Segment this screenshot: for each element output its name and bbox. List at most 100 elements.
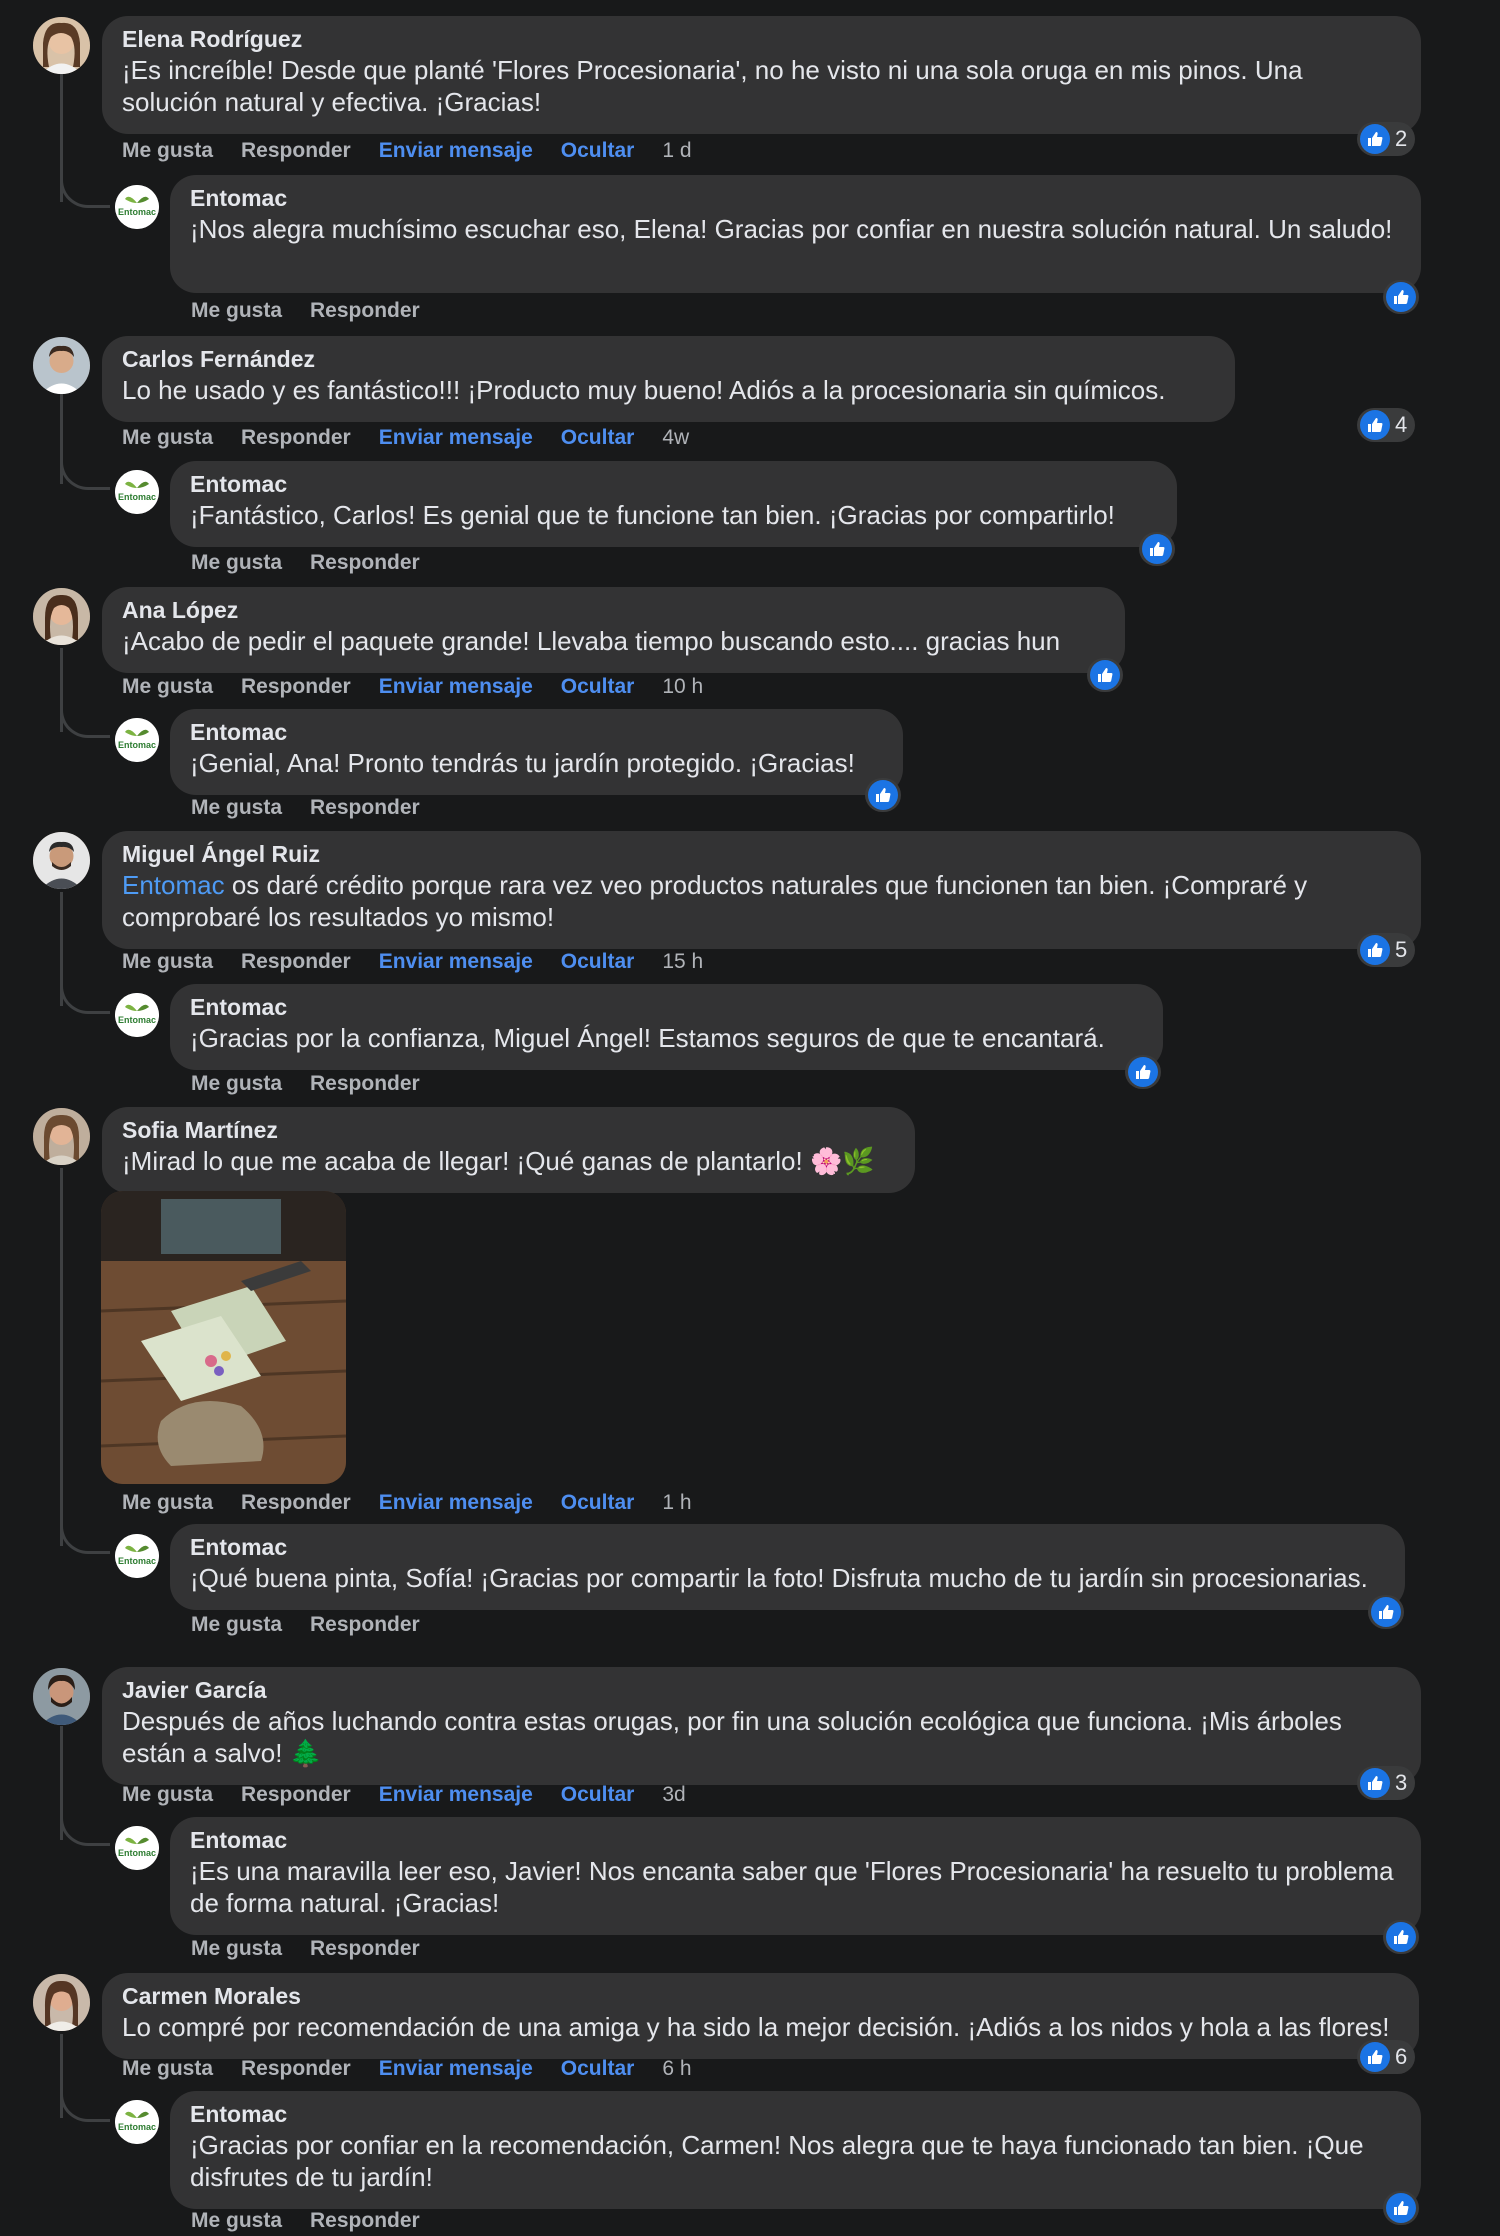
reply-author[interactable]: Entomac [190, 717, 883, 747]
avatar[interactable] [33, 588, 90, 645]
timestamp[interactable]: 15 h [662, 950, 703, 974]
reply-author[interactable]: Entomac [190, 1532, 1385, 1562]
like-button[interactable]: Me gusta [122, 675, 213, 699]
reaction-count[interactable]: 2 [1357, 122, 1416, 156]
hide-button[interactable]: Ocultar [561, 139, 635, 163]
reaction-count[interactable]: 3 [1357, 1766, 1416, 1800]
like-button[interactable]: Me gusta [191, 1613, 282, 1637]
reply-button[interactable]: Responder [310, 299, 420, 323]
timestamp[interactable]: 4w [662, 426, 689, 450]
like-button[interactable]: Me gusta [191, 1072, 282, 1096]
reply-button[interactable]: Responder [241, 1491, 351, 1515]
reply-author[interactable]: Entomac [190, 469, 1157, 499]
avatar[interactable] [33, 17, 90, 74]
hide-button[interactable]: Ocultar [561, 675, 635, 699]
like-button[interactable]: Me gusta [122, 426, 213, 450]
like-button[interactable]: Me gusta [122, 950, 213, 974]
reply-button[interactable]: Responder [241, 139, 351, 163]
like-button[interactable]: Me gusta [191, 796, 282, 820]
entomac-avatar[interactable]: Entomac [115, 993, 159, 1037]
reply-button[interactable]: Responder [310, 2209, 420, 2233]
send-message-button[interactable]: Enviar mensaje [379, 1491, 533, 1515]
reaction-count[interactable] [1125, 1055, 1161, 1089]
send-message-button[interactable]: Enviar mensaje [379, 426, 533, 450]
like-button[interactable]: Me gusta [191, 1937, 282, 1961]
like-button[interactable]: Me gusta [191, 2209, 282, 2233]
timestamp[interactable]: 1 h [662, 1491, 691, 1515]
attached-photo[interactable] [101, 1191, 346, 1484]
avatar[interactable] [33, 1668, 90, 1725]
comment-author[interactable]: Carmen Morales [122, 1981, 1399, 2011]
like-button[interactable]: Me gusta [122, 139, 213, 163]
like-button[interactable]: Me gusta [122, 1491, 213, 1515]
like-button[interactable]: Me gusta [122, 2057, 213, 2081]
comment-author[interactable]: Elena Rodríguez [122, 24, 1401, 54]
entomac-avatar[interactable]: Entomac [115, 718, 159, 762]
send-message-button[interactable]: Enviar mensaje [379, 675, 533, 699]
entomac-avatar[interactable]: Entomac [115, 1534, 159, 1578]
reply-button[interactable]: Responder [241, 675, 351, 699]
reply-button[interactable]: Responder [241, 2057, 351, 2081]
hide-button[interactable]: Ocultar [561, 2057, 635, 2081]
reply-actions: Me gusta Responder [191, 1072, 448, 1096]
reaction-count[interactable]: 5 [1357, 933, 1416, 967]
entomac-avatar[interactable]: Entomac [115, 185, 159, 229]
reply-author[interactable]: Entomac [190, 1825, 1401, 1855]
send-message-button[interactable]: Enviar mensaje [379, 1783, 533, 1807]
entomac-avatar[interactable]: Entomac [115, 470, 159, 514]
mention-link[interactable]: Entomac [122, 870, 225, 900]
comment-author[interactable]: Sofia Martínez [122, 1115, 895, 1145]
reply-button[interactable]: Responder [241, 1783, 351, 1807]
hide-button[interactable]: Ocultar [561, 950, 635, 974]
like-reaction-icon [1386, 1922, 1416, 1952]
entomac-avatar[interactable]: Entomac [115, 1826, 159, 1870]
entomac-avatar[interactable]: Entomac [115, 2100, 159, 2144]
hide-button[interactable]: Ocultar [561, 1491, 635, 1515]
like-button[interactable]: Me gusta [191, 299, 282, 323]
reply-actions: Me gusta Responder [191, 551, 448, 575]
reaction-count[interactable] [1087, 658, 1123, 692]
timestamp[interactable]: 6 h [662, 2057, 691, 2081]
reply-button[interactable]: Responder [310, 1613, 420, 1637]
like-button[interactable]: Me gusta [122, 1783, 213, 1807]
reaction-count[interactable]: 4 [1357, 408, 1416, 442]
reply-actions: Me gusta Responder [191, 2209, 448, 2233]
comment-author[interactable]: Javier García [122, 1675, 1401, 1705]
reply-author[interactable]: Entomac [190, 992, 1143, 1022]
avatar[interactable] [33, 832, 90, 889]
comment-author[interactable]: Miguel Ángel Ruiz [122, 839, 1401, 869]
reaction-count[interactable] [865, 778, 901, 812]
avatar[interactable] [33, 337, 90, 394]
reply-button[interactable]: Responder [310, 796, 420, 820]
send-message-button[interactable]: Enviar mensaje [379, 2057, 533, 2081]
send-message-button[interactable]: Enviar mensaje [379, 950, 533, 974]
reply-button[interactable]: Responder [241, 950, 351, 974]
reaction-count[interactable] [1383, 2191, 1419, 2225]
reply-button[interactable]: Responder [310, 551, 420, 575]
comment-author[interactable]: Ana López [122, 595, 1105, 625]
reply-author[interactable]: Entomac [190, 183, 1401, 213]
comment-actions: Me gusta Responder Enviar mensaje Oculta… [122, 2057, 720, 2081]
send-message-button[interactable]: Enviar mensaje [379, 139, 533, 163]
hide-button[interactable]: Ocultar [561, 426, 635, 450]
timestamp[interactable]: 10 h [662, 675, 703, 699]
timestamp[interactable]: 1 d [662, 139, 691, 163]
reply-bubble: Entomac ¡Es una maravilla leer eso, Javi… [170, 1817, 1421, 1935]
reaction-count[interactable] [1383, 280, 1419, 314]
hide-button[interactable]: Ocultar [561, 1783, 635, 1807]
reaction-count[interactable] [1383, 1920, 1419, 1954]
reply-bubble: Entomac ¡Genial, Ana! Pronto tendrás tu … [170, 709, 903, 795]
timestamp[interactable]: 3d [662, 1783, 685, 1807]
comment-author[interactable]: Carlos Fernández [122, 344, 1215, 374]
svg-text:Entomac: Entomac [118, 1556, 156, 1566]
reaction-count[interactable]: 6 [1357, 2040, 1416, 2074]
reply-button[interactable]: Responder [310, 1937, 420, 1961]
reply-button[interactable]: Responder [241, 426, 351, 450]
avatar[interactable] [33, 1974, 90, 2031]
reply-button[interactable]: Responder [310, 1072, 420, 1096]
reaction-count[interactable] [1368, 1595, 1404, 1629]
like-button[interactable]: Me gusta [191, 551, 282, 575]
reply-author[interactable]: Entomac [190, 2099, 1401, 2129]
reaction-count[interactable] [1139, 532, 1175, 566]
avatar[interactable] [33, 1108, 90, 1165]
